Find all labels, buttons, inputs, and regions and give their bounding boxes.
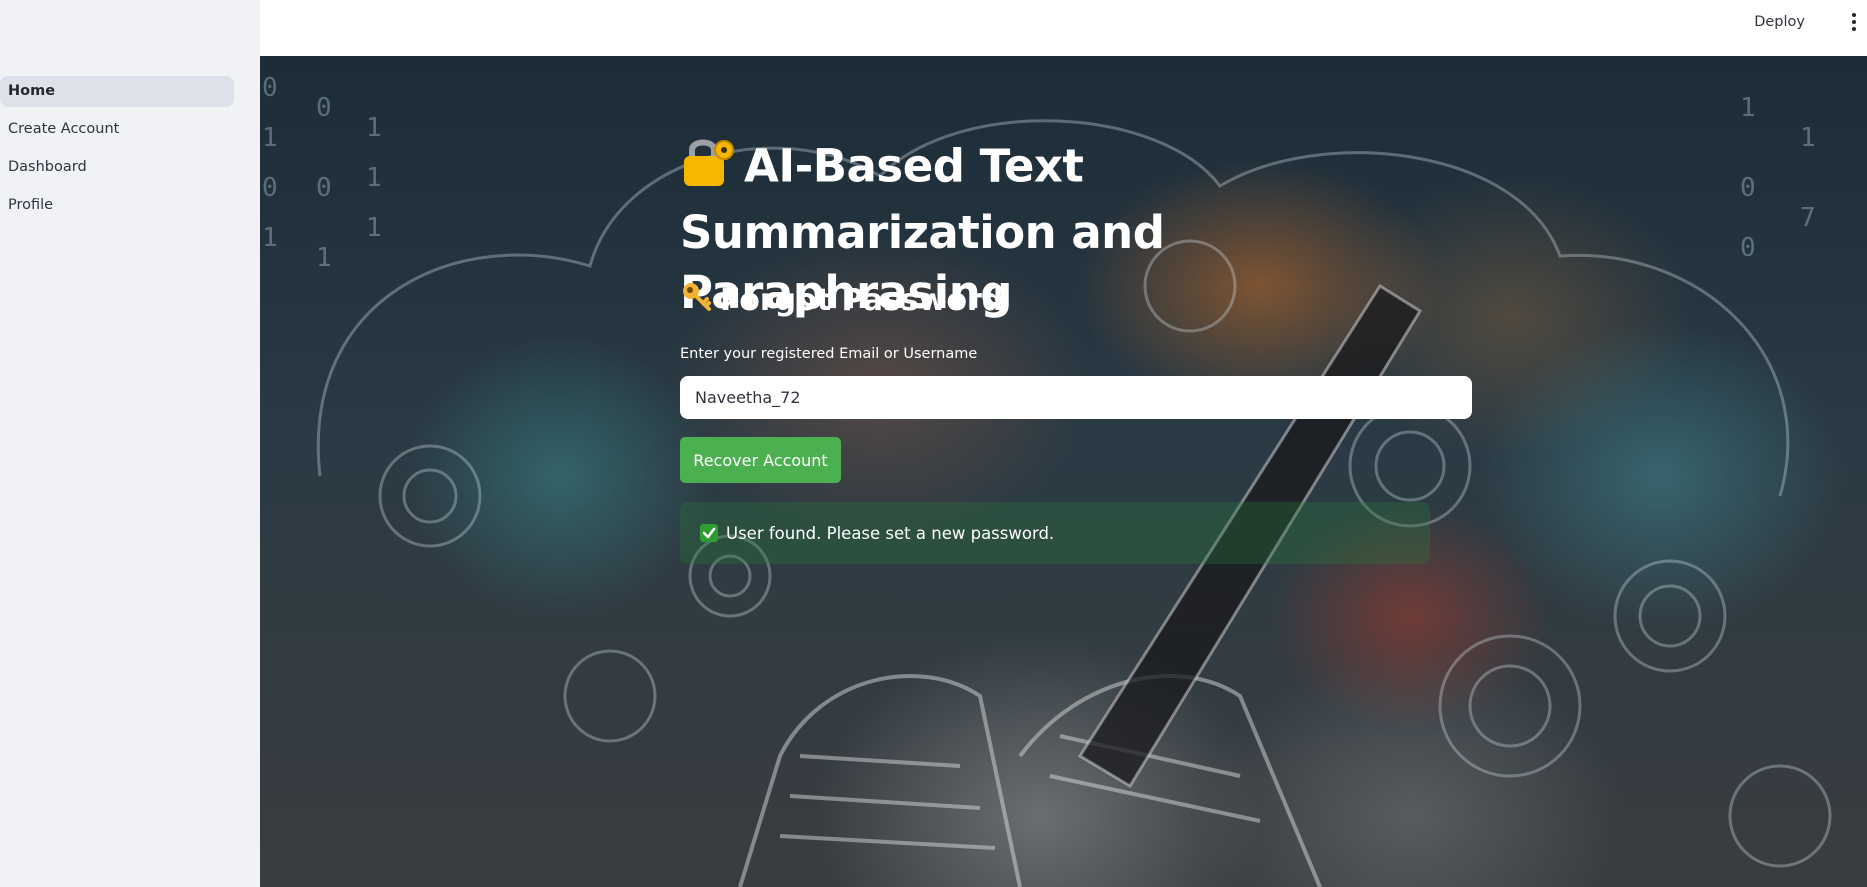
svg-text:0: 0 xyxy=(262,73,278,103)
sidebar-item-profile[interactable]: Profile xyxy=(0,190,234,221)
svg-text:0: 0 xyxy=(1740,233,1756,263)
svg-text:7: 7 xyxy=(1800,203,1816,233)
subtitle-text: Forgot Password xyxy=(720,283,1004,318)
svg-text:1: 1 xyxy=(316,243,332,273)
sidebar-item-create-account[interactable]: Create Account xyxy=(0,114,234,145)
svg-text:1: 1 xyxy=(1800,123,1816,153)
svg-text:1: 1 xyxy=(262,123,278,153)
key-icon xyxy=(680,280,712,323)
svg-text:1: 1 xyxy=(262,223,278,253)
recover-account-button[interactable]: Recover Account xyxy=(680,437,841,483)
svg-text:0: 0 xyxy=(262,173,278,203)
email-username-input[interactable] xyxy=(680,376,1472,419)
email-username-label: Enter your registered Email or Username xyxy=(680,346,978,362)
section-subtitle: Forgot Password xyxy=(680,280,1003,320)
svg-text:1: 1 xyxy=(366,213,382,243)
lock-with-key-icon xyxy=(680,136,736,203)
top-header: Deploy xyxy=(260,0,1867,56)
deploy-button[interactable]: Deploy xyxy=(1754,10,1805,34)
check-mark-icon xyxy=(700,524,718,542)
sidebar-item-home[interactable]: Home xyxy=(0,76,234,107)
svg-text:1: 1 xyxy=(366,113,382,143)
svg-text:0: 0 xyxy=(316,173,332,203)
success-alert: User found. Please set a new password. xyxy=(680,502,1430,564)
svg-text:1: 1 xyxy=(1740,93,1756,123)
sidebar-nav: Home Create Account Dashboard Profile xyxy=(0,76,260,228)
svg-text:1: 1 xyxy=(366,163,382,193)
success-message: User found. Please set a new password. xyxy=(726,523,1055,543)
svg-text:0: 0 xyxy=(1740,173,1756,203)
sidebar-item-dashboard[interactable]: Dashboard xyxy=(0,152,234,183)
vertical-dots-icon[interactable] xyxy=(1849,10,1859,34)
svg-text:0: 0 xyxy=(316,93,332,123)
sidebar: Home Create Account Dashboard Profile xyxy=(0,0,260,887)
main-content: 0101 001 111 100 17 AI-Based Text Summar… xyxy=(260,56,1867,887)
